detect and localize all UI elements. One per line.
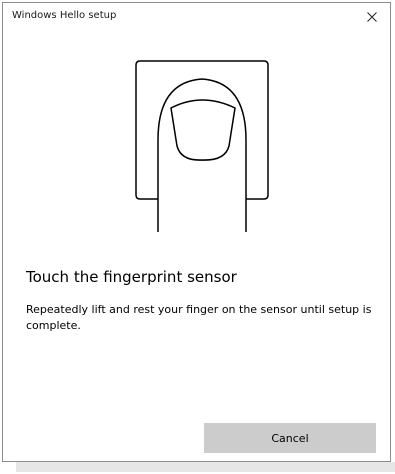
title-bar: Windows Hello setup bbox=[3, 3, 390, 30]
close-icon bbox=[367, 11, 377, 22]
page-heading: Touch the fingerprint sensor bbox=[26, 268, 237, 286]
fingerprint-sensor-icon bbox=[135, 60, 269, 232]
windows-hello-setup-dialog: Windows Hello setup Touch the fingerprin… bbox=[2, 2, 391, 462]
instruction-text: Repeatedly lift and rest your finger on … bbox=[26, 303, 372, 332]
cancel-button[interactable]: Cancel bbox=[204, 423, 376, 453]
window-title: Windows Hello setup bbox=[12, 10, 117, 21]
close-button[interactable] bbox=[354, 3, 390, 30]
window-shadow bbox=[16, 462, 395, 472]
